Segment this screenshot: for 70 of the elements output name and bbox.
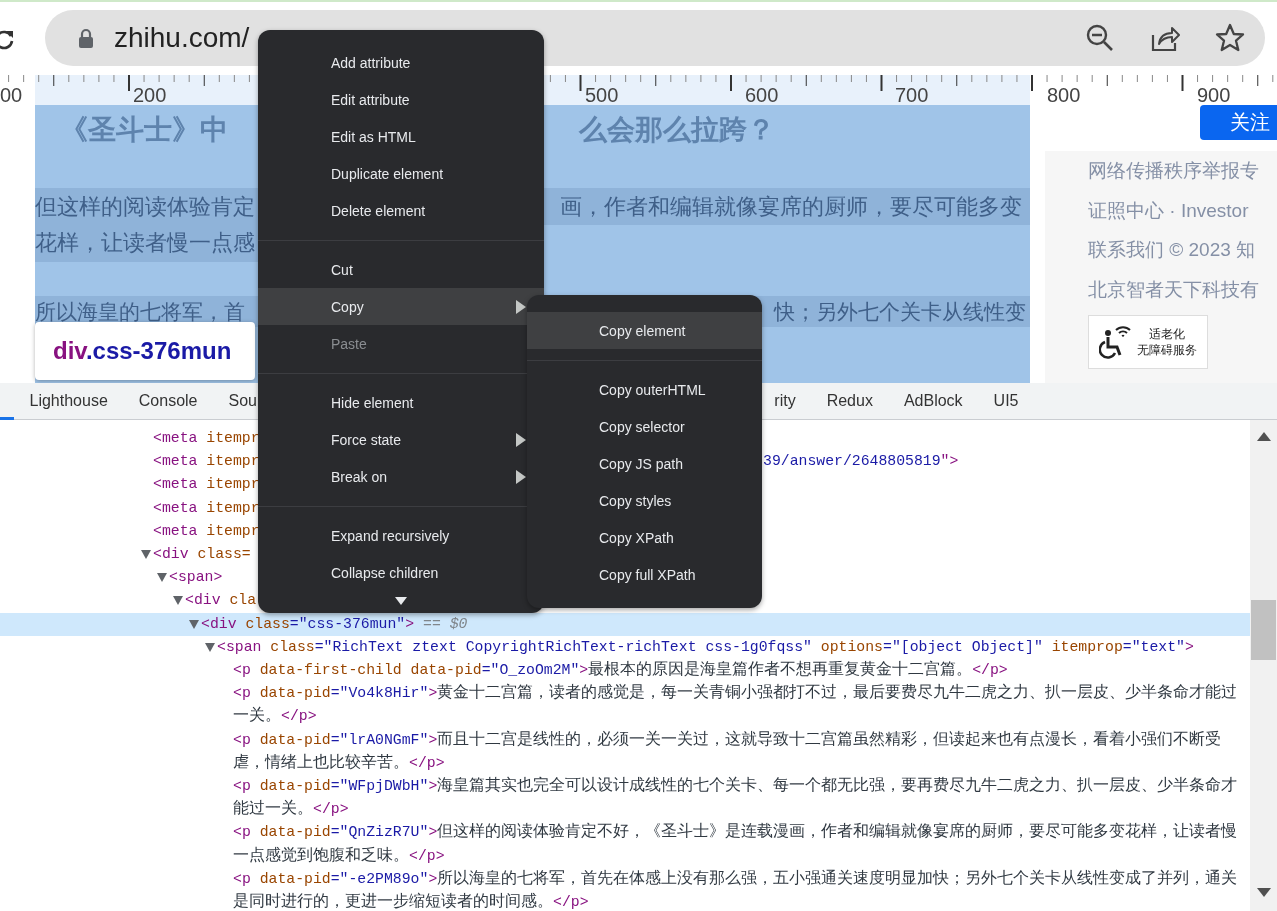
paragraph-text: 所以海皇的七将军，首 xyxy=(35,298,245,325)
code-text[interactable]: <meta itempr xyxy=(153,450,260,474)
selected-tab-indicator xyxy=(0,417,14,420)
code-text[interactable]: <meta itempr xyxy=(153,473,260,497)
code-text[interactable]: <p data-pid="QnZizR7U">但这样的阅读体验肯定不好，《圣斗士》是连载漫画，作者和编辑就像宴席的厨师，要尽可能多变花样，让读者慢一点感觉到饱腹和乏味。</p> xyxy=(233,821,1242,868)
menu-item[interactable]: Copy full XPath xyxy=(527,556,762,593)
code-text[interactable]: <span class="RichText ztext CopyrightRichText-richText css-1g0fqss" options="[object Object]" itemprop="text"> xyxy=(217,635,1194,660)
menu-item[interactable]: Cut xyxy=(258,251,544,288)
paragraph-text: 快；另外七个关卡从线性变 xyxy=(774,298,1026,325)
code-text: 39/answer/2648805819"> xyxy=(763,452,959,472)
code-text[interactable]: <meta itempr xyxy=(153,519,260,543)
code-text[interactable]: <span> xyxy=(169,566,223,590)
submenu-arrow-icon xyxy=(516,470,526,484)
lock-icon xyxy=(78,27,94,49)
disclosure-triangle-icon[interactable] xyxy=(141,550,151,559)
scroll-up-icon[interactable] xyxy=(1256,432,1271,441)
code-text[interactable]: <p data-pid="lrA0NGmF">而且十二宫是线性的，必须一关一关过，这就导致十二宫篇虽然精彩，但读起来也有点漫长，看着小强们不断受虐，情绪上也比较辛苦。</p> xyxy=(233,728,1242,776)
selected-row[interactable]: <div class="css-376mun"> == $0 xyxy=(0,612,1250,636)
question-title: 《圣斗士》中 xyxy=(60,113,228,147)
star-icon[interactable] xyxy=(1215,23,1245,53)
code-text[interactable]: <p data-pid="Vo4k8Hir">黄金十二宫篇，读者的感觉是，每一关青铜小强都打不过，最后要费尽九牛二虎之力、扒一层皮、少半条命才能过一关。</p> xyxy=(233,682,1242,729)
question-title: 么会那么拉跨？ xyxy=(579,113,775,147)
scrollbar-thumb[interactable] xyxy=(1251,600,1276,660)
ruler-label: 700 xyxy=(895,84,929,106)
code-text[interactable]: <div class="css-376mun"> == $0 xyxy=(201,612,468,636)
ruler-label: 600 xyxy=(745,84,779,106)
paragraph-text: 画，作者和编辑就像宴席的厨师，要尽可能多变 xyxy=(560,192,1022,221)
selector-label: div.css-376mun xyxy=(53,337,232,365)
disclosure-triangle-icon[interactable] xyxy=(189,619,199,629)
ruler-label: 900 xyxy=(1197,84,1231,106)
wheelchair-icon xyxy=(1099,325,1133,359)
ruler-label: 00 xyxy=(0,84,23,106)
scroll-down-icon[interactable] xyxy=(1256,888,1271,897)
ruler-label: 200 xyxy=(133,84,167,106)
code-text[interactable]: <meta itempr xyxy=(153,427,260,451)
devtools-tab[interactable]: UI5 xyxy=(978,383,1034,419)
zoom-out-icon[interactable] xyxy=(1085,23,1115,53)
menu-item[interactable]: Copy xyxy=(258,288,544,325)
submenu-arrow-icon xyxy=(516,433,526,447)
accessibility-badge[interactable]: 适老化 无障碍服务 xyxy=(1088,315,1208,369)
disclosure-triangle-icon[interactable] xyxy=(157,573,167,583)
devtools-tab[interactable]: Lighthouse xyxy=(14,383,124,419)
code-text[interactable]: <p data-first-child data-pid="O_zoOm2M">最根本的原因是海皇篇作者不想再重复黄金十二宫篇。</p> xyxy=(233,659,1008,683)
code-text[interactable]: <div cla xyxy=(185,589,257,613)
badge-text: 无障碍服务 xyxy=(1137,342,1197,358)
disclosure-triangle-icon[interactable] xyxy=(205,642,215,652)
menu-item[interactable]: Edit as HTML xyxy=(258,118,544,155)
badge-text: 适老化 xyxy=(1149,326,1185,342)
follow-button[interactable]: 关注 xyxy=(1200,105,1277,140)
paragraph-text: 花样，让读者慢一点感 xyxy=(35,224,258,262)
devtools-tab[interactable]: AdBlock xyxy=(888,383,979,419)
ruler-label: 800 xyxy=(1047,84,1081,106)
code-text[interactable]: <meta itempr xyxy=(153,496,260,520)
menu-item[interactable]: Copy element xyxy=(527,312,762,349)
menu-item[interactable]: Edit attribute xyxy=(258,81,544,118)
submenu-arrow-icon xyxy=(516,300,526,314)
menu-item[interactable]: Duplicate element xyxy=(258,155,544,192)
code-text[interactable]: <p data-pid="WFpjDWbH">海皇篇其实也完全可以设计成线性的七个关卡、每一个都无比强，要再费尽九牛二虎之力、扒一层皮、少半条命才能过一关。</p> xyxy=(233,775,1242,822)
menu-item[interactable]: Copy XPath xyxy=(527,519,762,556)
devtools-tab[interactable]: Sou xyxy=(213,383,273,419)
menu-item[interactable]: Delete element xyxy=(258,192,544,229)
disclosure-triangle-icon[interactable] xyxy=(173,596,183,606)
devtools-tab[interactable]: Redux xyxy=(811,383,889,419)
paragraph-text: 但这样的阅读体验肯定 xyxy=(35,192,255,221)
ruler-label: 500 xyxy=(585,84,619,106)
code-text[interactable]: <div class= xyxy=(153,543,251,567)
scroll-down-icon[interactable] xyxy=(395,597,407,605)
code-text[interactable]: <p data-pid="-e2PM89o">所以海皇的七将军，首先在体感上没有那么强，五小强通关速度明显加快；另外七个关卡从线性变成了并列，通关是同时进行的，更进一步缩短读者的时间感。</p> xyxy=(233,867,1242,911)
devtools-tab[interactable]: Console xyxy=(123,383,213,419)
url-text: zhihu.com/ xyxy=(114,22,251,54)
